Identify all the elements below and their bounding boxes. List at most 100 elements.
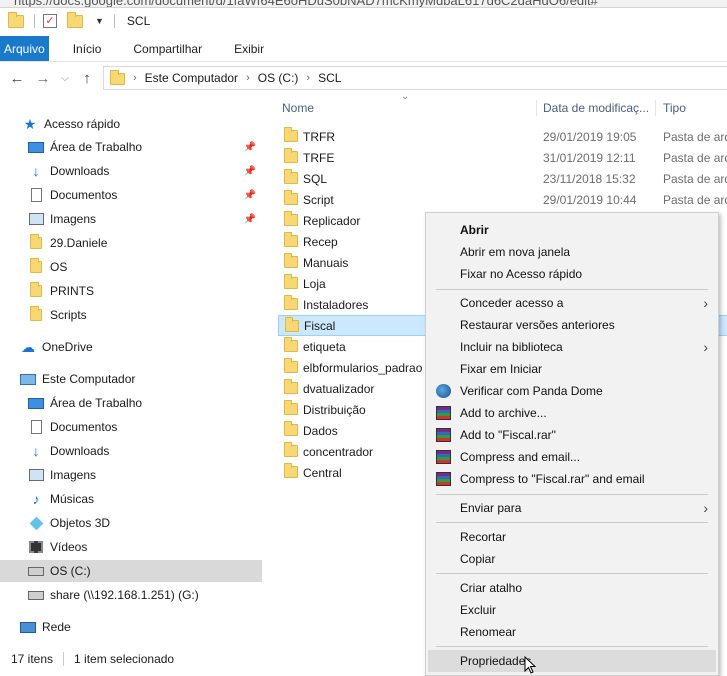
breadcrumb-scl[interactable]: SCL <box>318 71 341 85</box>
tab-compartilhar[interactable]: Compartilhar <box>117 36 218 61</box>
menu-item-restaurar-versoes[interactable]: Restaurar versões anteriores <box>426 314 718 336</box>
menu-item-propriedades[interactable]: Propriedades <box>428 650 716 672</box>
file-name: Dados <box>303 423 338 438</box>
chevron-right-icon[interactable]: › <box>246 72 250 84</box>
file-row[interactable]: SQL 23/11/2018 15:32 Pasta de arq <box>278 168 727 189</box>
folder-icon <box>110 70 125 85</box>
nav-item-prints[interactable]: PRINTS <box>0 280 262 302</box>
menu-item-compress-email[interactable]: Compress and email... <box>426 446 718 468</box>
nav-item-label: Imagens <box>50 212 97 226</box>
address-bar[interactable]: › Este Computador › OS (C:) › SCL <box>103 66 727 90</box>
column-divider[interactable] <box>536 100 537 116</box>
forward-arrow-icon[interactable]: → <box>30 70 56 87</box>
nav-item-rede[interactable]: Rede <box>0 616 262 638</box>
nav-item-este-computador[interactable]: Este Computador <box>0 368 262 390</box>
desktop-icon <box>28 396 44 410</box>
nav-item-scripts[interactable]: Scripts <box>0 304 262 326</box>
new-folder-icon[interactable] <box>67 11 83 28</box>
nav-item-pc-imagens[interactable]: Imagens <box>0 464 262 486</box>
file-row[interactable]: TRFR 29/01/2019 19:05 Pasta de arq <box>278 126 727 147</box>
nav-item-downloads[interactable]: ↓ Downloads 📌 <box>0 160 262 182</box>
menu-item-add-archive[interactable]: Add to archive... <box>426 402 718 424</box>
menu-item-recortar[interactable]: Recortar <box>426 526 718 548</box>
document-icon <box>28 420 44 434</box>
nav-item-label: Rede <box>42 620 71 634</box>
nav-item-29-daniele[interactable]: 29.Daniele <box>0 232 262 254</box>
menu-item-compress-fiscal-email[interactable]: Compress to "Fiscal.rar" and email <box>426 468 718 490</box>
up-arrow-icon[interactable]: ↑ <box>74 70 100 87</box>
context-menu: Abrir Abrir em nova janela Fixar no Aces… <box>425 212 719 676</box>
nav-item-pc-videos[interactable]: Vídeos <box>0 536 262 558</box>
nav-item-pc-documentos[interactable]: Documentos <box>0 416 262 438</box>
nav-item-documentos[interactable]: Documentos 📌 <box>0 184 262 206</box>
column-header-type[interactable]: Tipo <box>663 96 727 120</box>
menu-item-renomear[interactable]: Renomear <box>426 621 718 643</box>
file-type: Pasta de arq <box>663 129 727 144</box>
file-name: Distribuição <box>303 402 366 417</box>
pin-icon[interactable]: 📌 <box>244 142 256 153</box>
menu-item-conceder-acesso[interactable]: Conceder acesso a › <box>426 292 718 314</box>
folder-icon <box>284 190 298 205</box>
menu-item-label: Fixar em Iniciar <box>460 362 543 376</box>
breadcrumb-este-computador[interactable]: Este Computador <box>145 71 238 85</box>
file-name: Instaladores <box>303 297 369 312</box>
back-arrow-icon[interactable]: ← <box>4 70 30 87</box>
menu-item-add-fiscal-rar[interactable]: Add to "Fiscal.rar" <box>426 424 718 446</box>
chevron-right-icon[interactable]: › <box>133 72 137 84</box>
tab-inicio[interactable]: Início <box>57 36 118 61</box>
properties-check-icon[interactable]: ✓ <box>43 14 57 28</box>
menu-item-label: Compress to "Fiscal.rar" and email <box>460 472 645 486</box>
menu-separator <box>436 522 708 523</box>
file-row[interactable]: Script 29/01/2019 10:44 Pasta de arq <box>278 189 727 210</box>
menu-item-label: Fixar no Acesso rápido <box>460 267 583 281</box>
pin-icon[interactable]: 📌 <box>244 214 256 225</box>
nav-item-onedrive[interactable]: ☁ OneDrive <box>0 336 262 358</box>
menu-item-copiar[interactable]: Copiar <box>426 548 718 570</box>
nav-item-pc-os-c[interactable]: OS (C:) <box>0 560 262 582</box>
nav-item-os[interactable]: OS <box>0 256 262 278</box>
menu-item-fixar-acesso-rapido[interactable]: Fixar no Acesso rápido <box>426 263 718 285</box>
column-header-date[interactable]: Data de modificaç... <box>543 96 656 120</box>
menu-item-excluir[interactable]: Excluir <box>426 599 718 621</box>
menu-item-incluir-biblioteca[interactable]: Incluir na biblioteca › <box>426 336 718 358</box>
menu-item-fixar-iniciar[interactable]: Fixar em Iniciar <box>426 358 718 380</box>
menu-item-label: Verificar com Panda Dome <box>460 384 603 398</box>
network-drive-icon <box>28 588 44 602</box>
separator <box>63 652 65 666</box>
nav-item-label: OneDrive <box>42 340 93 354</box>
nav-item-pc-share-g[interactable]: share (\\192.168.1.251) (G:) <box>0 584 262 606</box>
chevron-right-icon[interactable]: › <box>306 72 310 84</box>
folder-icon <box>28 258 44 274</box>
menu-item-enviar-para[interactable]: Enviar para › <box>426 497 718 519</box>
pin-icon[interactable]: 📌 <box>244 166 256 177</box>
nav-item-pc-objetos-3d[interactable]: Objetos 3D <box>0 512 262 534</box>
nav-item-pc-musicas[interactable]: ♪ Músicas <box>0 488 262 510</box>
menu-item-abrir-nova-janela[interactable]: Abrir em nova janela <box>426 241 718 263</box>
file-row[interactable]: TRFE 31/01/2019 12:11 Pasta de arq <box>278 147 727 168</box>
quick-access-dropdown-icon[interactable]: ▼ <box>95 16 104 26</box>
nav-item-area-de-trabalho[interactable]: Área de Trabalho 📌 <box>0 136 262 158</box>
menu-item-abrir[interactable]: Abrir <box>426 219 718 241</box>
breadcrumb-os-c[interactable]: OS (C:) <box>258 71 299 85</box>
item-count: 17 itens <box>11 652 54 666</box>
nav-item-pc-area-de-trabalho[interactable]: Área de Trabalho <box>0 392 262 414</box>
nav-item-acesso-rapido[interactable]: ★ Acesso rápido <box>0 113 262 135</box>
nav-item-label: share (\\192.168.1.251) (G:) <box>50 588 199 602</box>
tab-arquivo[interactable]: Arquivo <box>0 36 49 61</box>
column-header-name[interactable]: Nome <box>282 96 535 120</box>
column-header-label: Nome <box>282 101 315 115</box>
nav-item-label: Este Computador <box>42 372 136 386</box>
menu-item-criar-atalho[interactable]: Criar atalho <box>426 577 718 599</box>
recent-locations-chevron-icon[interactable]: ⌵ <box>56 73 74 84</box>
tab-exibir[interactable]: Exibir <box>218 36 280 61</box>
menu-item-label: Incluir na biblioteca <box>460 340 563 354</box>
menu-item-panda-dome[interactable]: Verificar com Panda Dome <box>426 380 718 402</box>
nav-item-label: Área de Trabalho <box>50 396 143 410</box>
nav-item-label: Scripts <box>50 308 87 322</box>
pin-icon[interactable]: 📌 <box>244 190 256 201</box>
column-divider[interactable] <box>655 100 656 116</box>
nav-item-pc-downloads[interactable]: ↓ Downloads <box>0 440 262 462</box>
nav-item-imagens[interactable]: Imagens 📌 <box>0 208 262 230</box>
nav-item-label: Downloads <box>50 164 110 178</box>
download-arrow-icon: ↓ <box>32 163 40 179</box>
